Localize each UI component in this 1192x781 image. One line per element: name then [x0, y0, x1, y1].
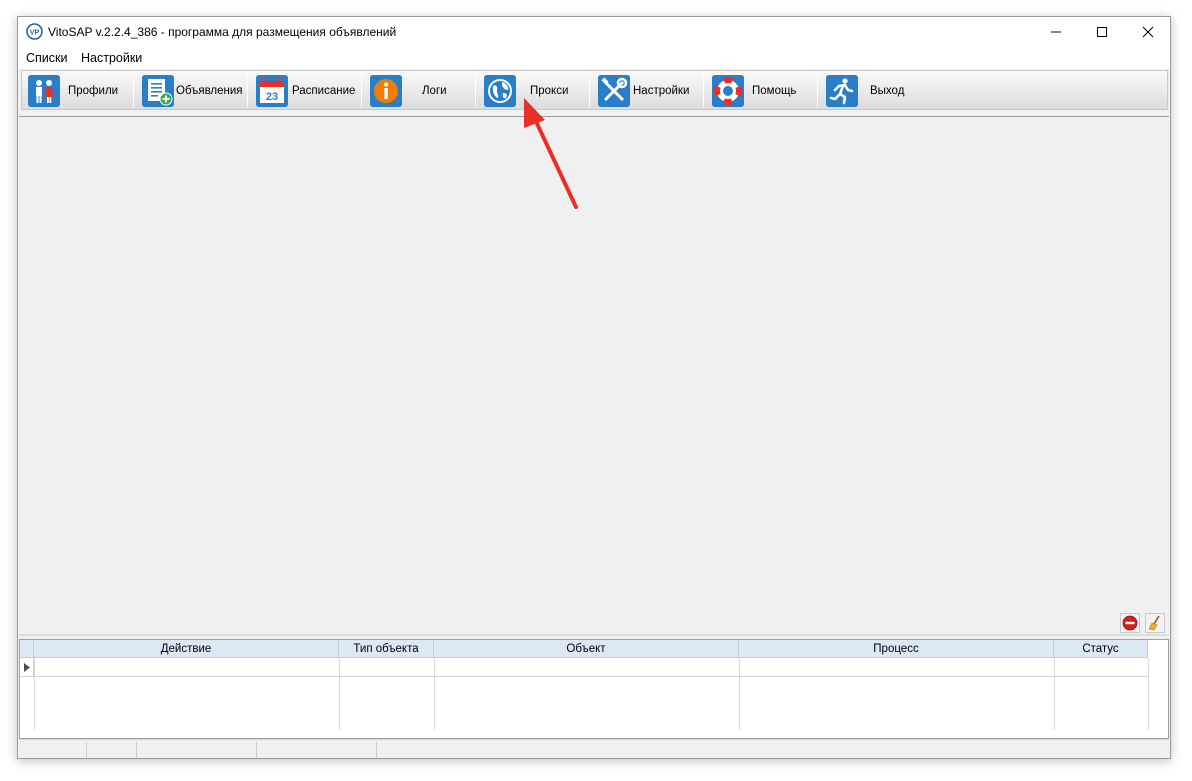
status-separator [86, 742, 87, 758]
globe-icon [484, 75, 516, 107]
grid-line [739, 658, 740, 730]
table-row[interactable] [20, 658, 1148, 677]
log-grid-header: Действие Тип объекта Объект Процесс Стат… [20, 640, 1148, 658]
grid-line [434, 658, 435, 730]
profiles-icon [28, 75, 60, 107]
column-header-object[interactable]: Объект [434, 640, 739, 658]
tools-icon [598, 75, 630, 107]
status-separator [376, 742, 377, 758]
exit-label: Выход [870, 85, 905, 97]
toolbar-separator [133, 75, 134, 107]
grid-line [1054, 658, 1055, 730]
menu-bar: Списки Настройки [18, 47, 1170, 69]
clear-log-button[interactable] [1145, 613, 1165, 633]
app-logo-icon: VP [26, 23, 43, 40]
toolbar-separator [817, 75, 818, 107]
status-separator [136, 742, 137, 758]
status-bar [19, 739, 1169, 758]
grid-corner [20, 640, 34, 658]
lifebuoy-icon [712, 75, 744, 107]
settings-label: Настройки [633, 85, 690, 97]
calendar-icon: 23 [256, 75, 288, 107]
exit-icon [826, 75, 858, 107]
log-grid[interactable]: Действие Тип объекта Объект Процесс Стат… [19, 639, 1169, 739]
stop-icon [1122, 615, 1138, 631]
profiles-label: Профили [68, 85, 119, 97]
toolbar-separator [475, 75, 476, 107]
broom-icon [1148, 615, 1160, 631]
settings-button[interactable]: Настройки [594, 71, 700, 109]
current-row-arrow-icon [24, 663, 30, 672]
close-icon [1142, 26, 1154, 38]
proxy-button[interactable]: Прокси [480, 71, 586, 109]
column-header-object-type[interactable]: Тип объекта [339, 640, 434, 658]
toolbar-separator [703, 75, 704, 107]
close-button[interactable] [1125, 17, 1171, 47]
logs-button[interactable]: Логи [366, 71, 472, 109]
toolbar-separator [247, 75, 248, 107]
profiles-button[interactable]: Профили [24, 71, 130, 109]
column-header-process[interactable]: Процесс [739, 640, 1054, 658]
row-indicator [20, 658, 34, 677]
maximize-button[interactable] [1079, 17, 1125, 47]
logs-label: Логи [422, 85, 447, 97]
minimize-button[interactable] [1033, 17, 1079, 47]
svg-text:VP: VP [30, 30, 40, 37]
svg-text:23: 23 [266, 91, 278, 103]
main-content-area [19, 116, 1169, 609]
grid-line [34, 658, 35, 730]
app-window: VP VitoSAP v.2.2.4_386 - программа для р… [17, 16, 1171, 759]
toolbar-separator [361, 75, 362, 107]
column-header-status[interactable]: Статус [1054, 640, 1148, 658]
maximize-icon [1097, 27, 1107, 37]
stop-button[interactable] [1120, 613, 1140, 633]
menu-settings[interactable]: Настройки [78, 50, 145, 66]
window-title: VitoSAP v.2.2.4_386 - программа для разм… [48, 25, 397, 39]
proxy-label: Прокси [530, 85, 569, 97]
grid-line [339, 658, 340, 730]
log-toolbar [19, 610, 1169, 636]
help-label: Помощь [752, 85, 797, 97]
schedule-button[interactable]: 23 Расписание [252, 71, 358, 109]
grid-line [1148, 658, 1149, 730]
menu-lists[interactable]: Списки [23, 50, 70, 66]
schedule-label: Расписание [292, 85, 356, 97]
ads-label: Объявления [176, 85, 243, 97]
status-separator [256, 742, 257, 758]
info-icon [370, 75, 402, 107]
toolbar-separator [589, 75, 590, 107]
ads-icon [142, 75, 174, 107]
title-bar: VP VitoSAP v.2.2.4_386 - программа для р… [18, 17, 1170, 47]
column-header-action[interactable]: Действие [34, 640, 339, 658]
main-toolbar: Профили Объявления 23 Расписание Логи Пр… [21, 70, 1168, 110]
help-button[interactable]: Помощь [708, 71, 814, 109]
exit-button[interactable]: Выход [822, 71, 928, 109]
ads-button[interactable]: Объявления [138, 71, 244, 109]
minimize-icon [1051, 31, 1061, 33]
